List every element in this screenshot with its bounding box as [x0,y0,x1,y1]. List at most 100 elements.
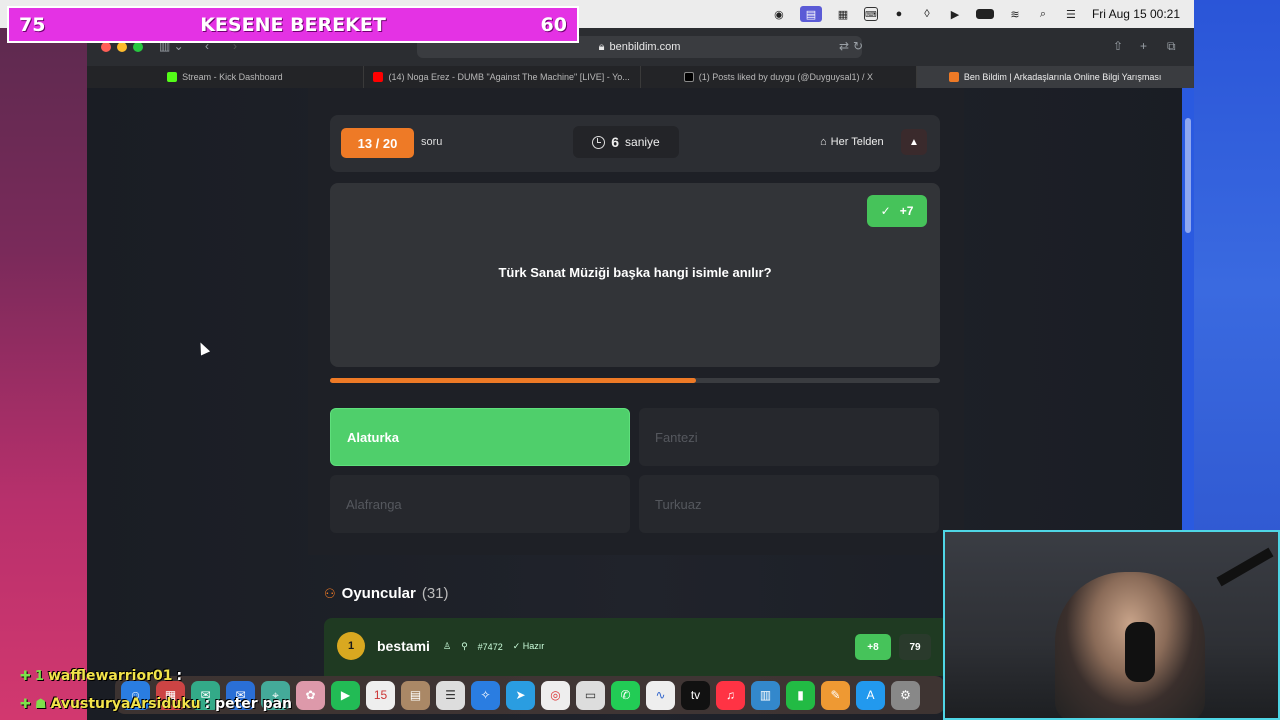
reminders-icon[interactable]: ☰ [436,680,465,710]
category-text: Her Telden [830,136,884,148]
player-rank: 1 [337,632,365,660]
music-icon[interactable]: ♫ [716,680,745,710]
answer-option-2[interactable]: Fantezi [639,408,939,466]
time-progress-bar [330,378,940,383]
apple-tv-icon[interactable]: tv [681,680,710,710]
timer: 6 saniye [573,126,679,158]
right-count: 60 [540,13,567,36]
bonus-value: +7 [899,204,914,218]
warning-icon: ▲ [909,136,919,148]
person-icon: ♙ [443,641,452,651]
left-count: 75 [19,13,46,36]
keynote-icon[interactable]: ▥ [751,680,780,710]
pages-icon[interactable]: ✎ [821,680,850,710]
overlay-title: KESENE BEREKET [200,13,386,36]
report-button[interactable]: ▲ [901,129,927,155]
photos-icon[interactable]: ✿ [296,680,325,710]
keyboard-icon[interactable]: ⌨ [863,7,878,21]
x-favicon-icon [683,72,694,82]
numbers-icon[interactable]: ▮ [786,680,815,710]
stream-counter-overlay: 75 KESENE BEREKET 60 [7,6,579,43]
menu-bar-clock[interactable]: Fri Aug 15 00:21 [1092,7,1180,21]
tab-youtube[interactable]: (14) Noga Erez - DUMB "Against The Machi… [364,66,641,88]
play-icon[interactable]: ▶ [948,7,962,21]
webcam-feed [943,530,1280,720]
player-delta: +8 [855,634,891,660]
files-icon[interactable]: ▭ [576,680,605,710]
translate-icon[interactable]: ⇄ [839,39,849,53]
chrome-icon[interactable]: ◎ [541,680,570,710]
grid-icon[interactable]: ▦ [836,7,850,21]
answer-option-1[interactable]: Alaturka [330,408,630,466]
youtube-favicon-icon [373,72,384,82]
answer-option-4[interactable]: Turkuaz [639,475,939,533]
spotlight-search-icon[interactable]: ⌕ [1036,7,1050,21]
mouse-icon[interactable]: ◊ [920,7,934,21]
bonus-badge: ✓ +7 [867,195,927,227]
minimize-window-button[interactable] [117,42,127,52]
system-settings-icon[interactable]: ⚙ [891,680,920,710]
player-score: 79 [899,634,931,660]
window-controls [101,42,143,52]
microphone [1125,622,1155,682]
question-header-bar: 13 / 20 soru 6 saniye ⌂ Her Telden ▲ [330,115,940,172]
control-center-icon[interactable]: ☰ [1064,7,1078,21]
clock-icon [592,135,606,149]
players-count: (31) [421,585,449,602]
tab-kick-dashboard[interactable]: Stream - Kick Dashboard [87,66,364,88]
safari-icon[interactable]: ✧ [471,680,500,710]
kick-favicon-icon [167,72,178,82]
scrollbar-thumb[interactable] [1185,118,1191,233]
player-tag: #7472 [477,641,503,652]
player-meta: ♙ ⚲ #7472 ✓ Hazır [443,641,544,652]
app-store-icon[interactable]: A [856,680,885,710]
telegram-icon[interactable]: ➤ [506,680,535,710]
tab-x[interactable]: (1) Posts liked by duygu (@Duyguysal1) /… [641,66,918,88]
tab-label: (1) Posts liked by duygu (@Duyguysal1) /… [698,72,873,82]
ready-status: ✓ Hazır [512,641,545,651]
progress-fill [330,378,696,383]
share-icon[interactable]: ⇧ [1113,39,1123,53]
chat-message: ✚ ☗ AvusturyaArsiduku : peter pan [20,696,292,712]
screen-share-icon[interactable]: ▤ [799,6,822,22]
check-icon: ✓ [880,204,891,218]
chat-badge-count: 1 [34,668,44,684]
category-label: ⌂ Her Telden [820,136,884,148]
tab-bar: Stream - Kick Dashboard (14) Noga Erez -… [87,66,1194,88]
timer-unit: saniye [625,135,660,149]
close-window-button[interactable] [101,42,111,52]
answer-option-3[interactable]: Alafranga [330,475,630,533]
freeform-icon[interactable]: ∿ [646,680,675,710]
new-tab-icon[interactable]: + [1140,39,1147,53]
mic-arm [1216,547,1274,587]
record-icon[interactable]: ● [892,7,906,21]
users-icon: ⚇ [324,585,336,601]
tab-label: (14) Noga Erez - DUMB "Against The Machi… [388,72,630,82]
notes-icon[interactable]: ▤ [401,680,430,710]
reload-icon[interactable]: ↻ [853,39,863,53]
question-card: ✓ +7 Türk Sanat Müziği başka hangi isiml… [330,183,940,367]
tab-label: Stream - Kick Dashboard [182,72,283,82]
zoom-window-button[interactable] [133,42,143,52]
calendar-icon[interactable]: 15 [366,680,395,710]
chat-username: AvusturyaArsiduku [50,696,201,712]
benbildim-favicon-icon [948,72,959,82]
tab-overview-icon[interactable]: ⧉ [1167,39,1176,54]
chat-text: : peter pan [204,696,292,712]
wifi-icon[interactable]: ≋ [1008,7,1022,21]
lock-icon: 🔒︎ [598,40,605,53]
player-name: bestami [377,638,430,654]
add-friend-icon[interactable]: ⚲ [461,641,468,652]
creative-cloud-icon[interactable]: ◉ [772,7,786,21]
players-title: Oyuncular [341,585,416,602]
whatsapp-icon[interactable]: ✆ [611,680,640,710]
tab-benbildim[interactable]: Ben Bildim | Arkadaşlarınla Online Bilgi… [917,66,1194,88]
players-heading: ⚇ Oyuncular (31) [324,585,449,602]
player-row: 1 bestami ♙ ⚲ #7472 ✓ Hazır +8 79 [324,618,950,676]
question-text: Türk Sanat Müziği başka hangi isimle anı… [498,265,772,280]
battery-icon[interactable] [975,9,994,19]
url-text: benbildim.com [609,41,681,53]
subscriber-badge-icon: ✚ [20,668,31,684]
chat-emote-icon: ☗ [34,696,47,712]
facetime-icon[interactable]: ▶ [331,680,360,710]
